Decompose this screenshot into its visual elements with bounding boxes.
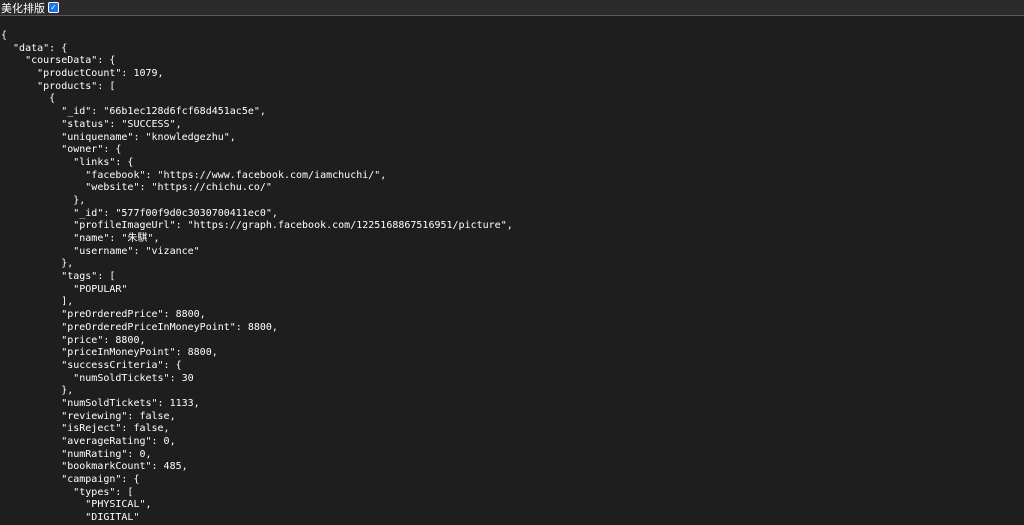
json-line: "priceInMoneyPoint": 8800, <box>1 347 218 359</box>
json-line: }, <box>1 385 74 397</box>
json-line: { <box>1 30 8 41</box>
json-line: "POPULAR" <box>1 283 128 295</box>
json-line: "name": "朱騏", <box>1 233 160 244</box>
json-line: "preOrderedPrice": 8800, <box>1 309 206 321</box>
json-line: "price": 8800, <box>1 334 146 346</box>
json-line: "website": "https://chichu.co/" <box>1 182 272 194</box>
toolbar: 美化排版 ✓ <box>0 0 1024 16</box>
json-line: "status": "SUCCESS", <box>1 118 182 130</box>
checkmark-icon: ✓ <box>49 3 58 12</box>
json-line: ], <box>1 296 74 308</box>
beautify-checkbox[interactable]: ✓ <box>48 2 59 13</box>
json-line: "PHYSICAL", <box>1 499 152 511</box>
json-line: "types": [ <box>1 486 134 498</box>
json-line: "isReject": false, <box>1 423 170 435</box>
json-line: "preOrderedPriceInMoneyPoint": 8800, <box>1 321 278 333</box>
json-line: "campaign": { <box>1 474 140 486</box>
json-line: "courseData": { <box>1 55 116 67</box>
json-line: "successCriteria": { <box>1 359 182 371</box>
json-line: }, <box>1 194 86 206</box>
json-line: "profileImageUrl": "https://graph.facebo… <box>1 220 513 232</box>
json-line: "uniquename": "knowledgezhu", <box>1 131 236 143</box>
json-line: "username": "vizance" <box>1 245 200 257</box>
json-line: "numRating": 0, <box>1 448 152 460</box>
json-line: "_id": "577f00f9d0c3030700411ec0", <box>1 207 278 219</box>
json-line: "tags": [ <box>1 271 116 283</box>
json-line: "products": [ <box>1 80 116 92</box>
json-line: "facebook": "https://www.facebook.com/ia… <box>1 169 387 181</box>
json-line: { <box>1 93 56 105</box>
json-line: "numSoldTickets": 1133, <box>1 397 200 409</box>
json-line: "averageRating": 0, <box>1 436 176 447</box>
json-line: "_id": "66b1ec128d6fcf68d451ac5e", <box>1 106 266 118</box>
beautify-label: 美化排版 <box>1 1 45 15</box>
json-line: "bookmarkCount": 485, <box>1 461 188 473</box>
json-line: "owner": { <box>1 144 122 156</box>
json-line: "numSoldTickets": 30 <box>1 372 194 384</box>
json-line: "data": { <box>1 42 68 54</box>
json-viewer: { "data": { "courseData": { "productCoun… <box>1 30 513 525</box>
json-line: }, <box>1 258 74 270</box>
json-line: "productCount": 1079, <box>1 68 164 80</box>
json-line: "reviewing": false, <box>1 410 176 422</box>
json-line: "links": { <box>1 156 134 168</box>
json-line: "DIGITAL" <box>1 512 140 524</box>
